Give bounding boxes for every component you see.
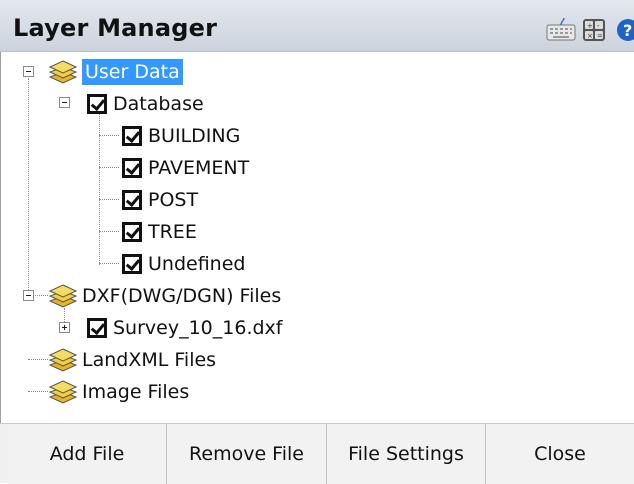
layer-label: Undefined [148, 253, 246, 275]
tree-node-label: LandXML Files [82, 349, 217, 371]
tree-node-dxf[interactable]: DXF(DWG/DGN) Files [49, 281, 281, 311]
layer-label: PAVEMENT [148, 157, 250, 179]
layers-icon [49, 347, 77, 373]
layer-checkbox[interactable] [122, 254, 142, 274]
layer-checkbox[interactable] [122, 222, 142, 242]
layers-icon [49, 59, 77, 85]
title-bar: Layer Manager + - × = ? [0, 0, 634, 52]
expand-file-icon[interactable] [59, 322, 70, 333]
tree-connector [99, 135, 119, 136]
file-checkbox[interactable] [87, 318, 107, 338]
tree-node-database[interactable]: Database [87, 89, 204, 119]
svg-text:×: × [587, 32, 593, 40]
tree-node-label: DXF(DWG/DGN) Files [82, 285, 282, 307]
svg-text:?: ? [623, 21, 632, 40]
collapse-dxf-icon[interactable] [23, 290, 34, 301]
keyboard-icon[interactable] [546, 17, 576, 46]
collapse-database-icon[interactable] [59, 97, 70, 108]
bottom-toolbar: Add File Remove File File Settings Close [0, 423, 634, 484]
layer-checkbox[interactable] [122, 158, 142, 178]
tree-connector [28, 391, 48, 392]
tree-node-dxf-file[interactable]: Survey_10_16.dxf [87, 313, 282, 343]
database-checkbox[interactable] [87, 94, 107, 114]
layer-tree: User Data Database BUILDING PAVEMENT POS… [0, 52, 634, 423]
tree-node-image-files[interactable]: Image Files [49, 377, 189, 407]
tree-connector [99, 110, 100, 265]
close-button[interactable]: Close [486, 424, 634, 484]
layer-item-tree[interactable]: TREE [122, 217, 197, 247]
layer-checkbox[interactable] [122, 190, 142, 210]
file-settings-button[interactable]: File Settings [327, 424, 486, 484]
layer-item-post[interactable]: POST [122, 185, 198, 215]
add-file-button[interactable]: Add File [8, 424, 167, 484]
tree-node-label: User Data [82, 59, 183, 85]
tree-node-label: Survey_10_16.dxf [113, 317, 283, 339]
tree-connector [99, 231, 119, 232]
layers-icon [49, 283, 77, 309]
layer-item-pavement[interactable]: PAVEMENT [122, 153, 249, 183]
window-title: Layer Manager [13, 14, 218, 42]
svg-text:=: = [597, 32, 603, 40]
tree-node-landxml[interactable]: LandXML Files [49, 345, 216, 375]
tree-node-label: Database [113, 93, 204, 115]
layer-checkbox[interactable] [122, 126, 142, 146]
svg-text:+: + [587, 22, 593, 30]
tree-connector [99, 199, 119, 200]
tree-node-label: Image Files [82, 381, 190, 403]
tree-connector [28, 359, 48, 360]
collapse-user-data-icon[interactable] [23, 66, 34, 77]
remove-file-button[interactable]: Remove File [167, 424, 327, 484]
tree-node-user-data[interactable]: User Data [49, 57, 183, 87]
layer-label: POST [148, 189, 199, 211]
layer-item-building[interactable]: BUILDING [122, 121, 240, 151]
tree-connector [99, 263, 119, 264]
tree-connector [28, 78, 29, 300]
layer-item-undefined[interactable]: Undefined [122, 249, 245, 279]
layers-icon [49, 379, 77, 405]
layer-label: TREE [148, 221, 197, 243]
help-icon[interactable]: ? [614, 18, 634, 46]
layer-label: BUILDING [148, 125, 241, 147]
tree-connector [99, 167, 119, 168]
calculator-icon[interactable]: + - × = [582, 18, 606, 46]
